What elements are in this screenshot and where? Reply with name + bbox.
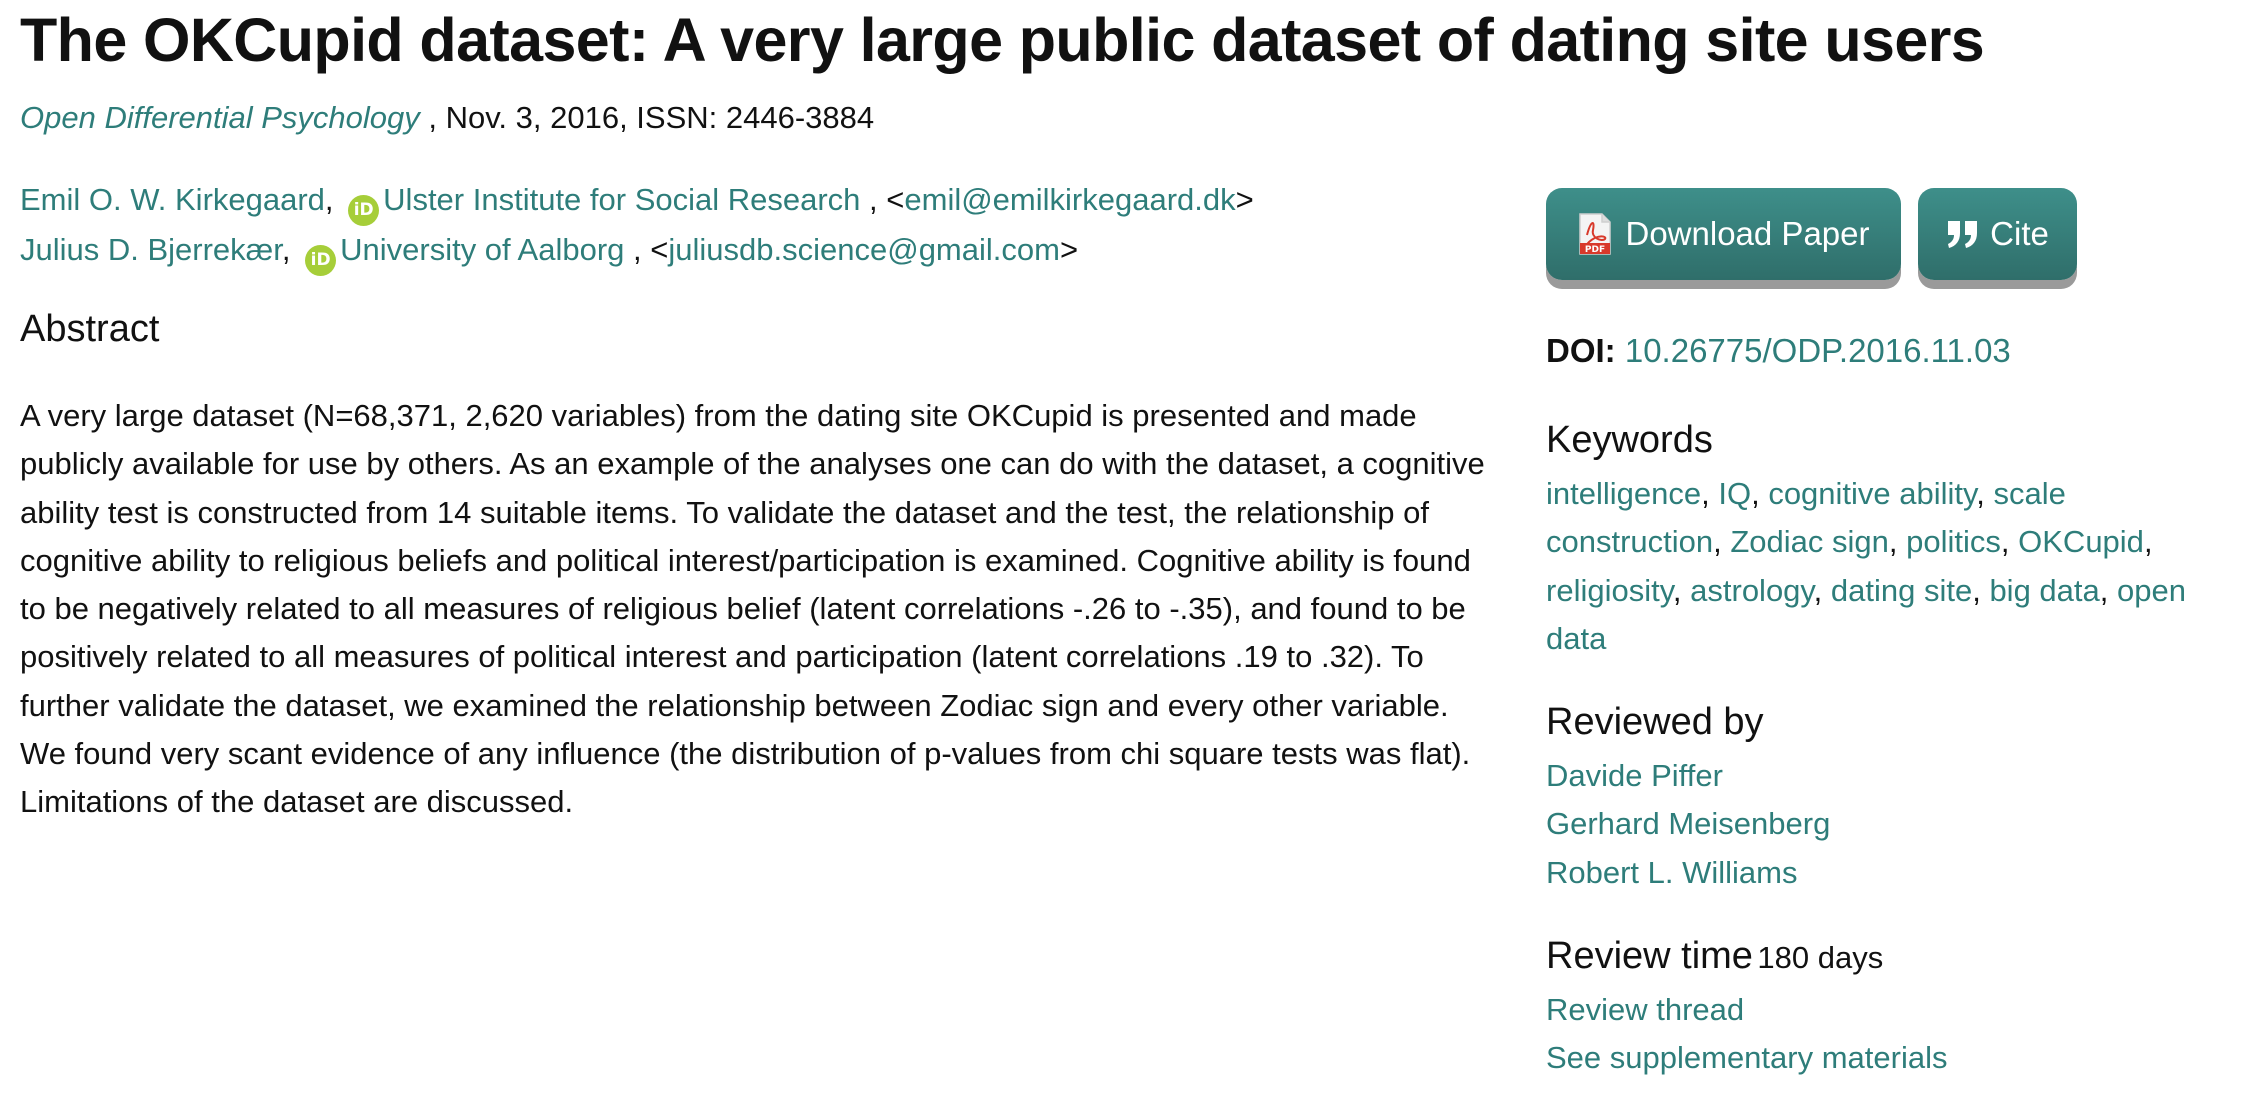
author-row: Julius D. Bjerrekær, iD University of Aal…	[20, 226, 1254, 276]
download-paper-label: Download Paper	[1625, 215, 1870, 252]
author-name-link[interactable]: Emil O. W. Kirkegaard	[20, 182, 325, 217]
publication-date-issn: , Nov. 3, 2016, ISSN: 2446-3884	[419, 100, 875, 135]
keyword-link[interactable]: astrology	[1690, 573, 1814, 608]
keywords-section: Keywords intelligence, IQ, cognitive abi…	[1546, 414, 2246, 663]
email-link[interactable]: emil@emilkirkegaard.dk	[904, 182, 1235, 217]
keyword-link[interactable]: dating site	[1831, 573, 1972, 608]
author-row: Emil O. W. Kirkegaard, iD Ulster Institut…	[20, 176, 1254, 226]
orcid-icon[interactable]: iD	[305, 245, 337, 276]
page-title: The OKCupid dataset: A very large public…	[20, 6, 1985, 74]
email-link[interactable]: juliusdb.science@gmail.com	[668, 232, 1060, 267]
download-paper-button[interactable]: PDF Download Paper	[1546, 188, 1901, 280]
author-list: Emil O. W. Kirkegaard, iD Ulster Institut…	[20, 176, 1254, 276]
reviewer-link[interactable]: Robert L. Williams	[1546, 849, 2246, 897]
orcid-icon[interactable]: iD	[348, 195, 380, 226]
abstract-heading: Abstract	[20, 308, 160, 350]
publication-info: Open Differential Psychology , Nov. 3, 2…	[20, 96, 874, 140]
pdf-icon: PDF	[1578, 213, 1611, 255]
review-time-line: Review time 180 days	[1546, 930, 2246, 982]
action-buttons: PDF Download Paper Cite	[1546, 188, 2246, 294]
affiliation-link[interactable]: University of Aalborg	[340, 232, 624, 267]
keyword-link[interactable]: OKCupid	[2018, 524, 2144, 559]
journal-link[interactable]: Open Differential Psychology	[20, 100, 420, 135]
keywords-heading: Keywords	[1546, 419, 1713, 461]
cite-label: Cite	[1990, 215, 2049, 252]
reviewed-by-heading: Reviewed by	[1546, 701, 1764, 743]
doi-link[interactable]: 10.26775/ODP.2016.11.03	[1625, 332, 2011, 369]
keyword-link[interactable]: intelligence	[1546, 476, 1701, 511]
review-time-section: Review time 180 days Review thread See s…	[1546, 930, 2246, 1083]
reviewer-list: Davide Piffer Gerhard Meisenberg Robert …	[1546, 752, 2246, 897]
review-time-heading: Review time	[1546, 935, 1753, 977]
keyword-list: intelligence, IQ, cognitive ability, sca…	[1546, 476, 2186, 656]
review-time-value: 180 days	[1757, 940, 1884, 975]
quote-icon	[1948, 221, 1978, 248]
pdf-icon-label: PDF	[1584, 245, 1604, 255]
reviewed-by-section: Reviewed by Davide Piffer Gerhard Meisen…	[1546, 696, 2246, 897]
keyword-link[interactable]: cognitive ability	[1768, 476, 1976, 511]
cite-button[interactable]: Cite	[1918, 188, 2077, 280]
keyword-link[interactable]: politics	[1906, 524, 2001, 559]
abstract-text: A very large dataset (N=68,371, 2,620 va…	[20, 398, 1485, 820]
review-links: Review thread See supplementary material…	[1546, 986, 2246, 1083]
review-thread-link[interactable]: Review thread	[1546, 986, 2246, 1034]
keyword-link[interactable]: big data	[1989, 573, 2099, 608]
supplementary-materials-link[interactable]: See supplementary materials	[1546, 1034, 2246, 1082]
reviewer-link[interactable]: Davide Piffer	[1546, 752, 2246, 800]
keyword-link[interactable]: Zodiac sign	[1730, 524, 1889, 559]
sidebar: PDF Download Paper Cite DOI: 10.26775/OD…	[1546, 188, 2246, 1075]
affiliation-link[interactable]: Ulster Institute for Social Research	[383, 182, 860, 217]
keyword-link[interactable]: religiosity	[1546, 573, 1673, 608]
reviewer-link[interactable]: Gerhard Meisenberg	[1546, 800, 2246, 848]
keyword-link[interactable]: IQ	[1718, 476, 1751, 511]
doi-label: DOI:	[1546, 332, 1616, 369]
author-name-link[interactable]: Julius D. Bjerrekær	[20, 232, 282, 267]
doi: DOI: 10.26775/ODP.2016.11.03	[1546, 328, 2011, 374]
